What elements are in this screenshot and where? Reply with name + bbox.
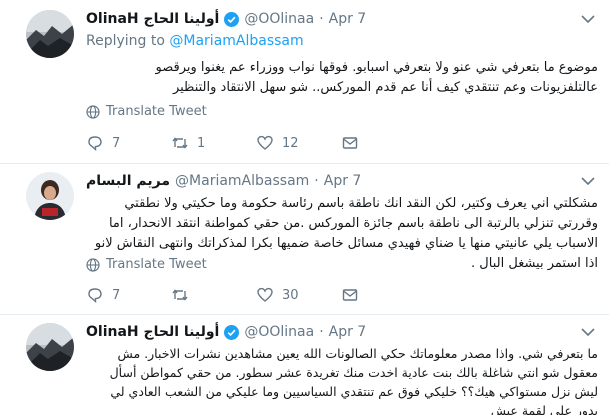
tweet-1[interactable]: OlinaH أولينا الحاج @OOlinaa · Apr 7 Rep…	[0, 0, 609, 163]
replying-to-link[interactable]: @MariamAlbassam	[169, 33, 303, 49]
reply-count: 7	[112, 287, 121, 303]
reply-count: 7	[112, 135, 121, 151]
globe-icon	[86, 257, 100, 272]
reply-button[interactable]: 7	[86, 286, 171, 304]
user-handle[interactable]: @MariamAlbassam	[175, 173, 309, 189]
avatar[interactable]	[26, 172, 74, 220]
user-handle[interactable]: @OOlinaa	[244, 324, 314, 340]
display-name[interactable]: OlinaH أولينا الحاج	[86, 11, 219, 27]
tweet-3[interactable]: OlinaH أولينا الحاج @OOlinaa · Apr 7 ما …	[0, 315, 609, 415]
tweet-header: مريم البسام @MariamAlbassam · Apr 7	[86, 171, 361, 191]
separator-dot: ·	[314, 173, 319, 189]
reply-button[interactable]: 7	[86, 134, 171, 152]
avatar-photo-icon	[26, 172, 74, 220]
retweet-icon	[172, 289, 188, 301]
tweet-actions: 7 30	[86, 286, 426, 304]
tweet-header: OlinaH أولينا الحاج @OOlinaa · Apr 7	[86, 9, 366, 29]
reply-icon	[88, 136, 102, 152]
translate-tweet-button[interactable]: Translate Tweet	[86, 104, 207, 119]
tweet-2[interactable]: مريم البسام @MariamAlbassam · Apr 7 مشكل…	[0, 164, 609, 314]
tweet-text: ما بتعرفي شي. واذا مصدر معلوماتك حكي الص…	[109, 346, 598, 415]
display-name[interactable]: مريم البسام	[86, 173, 170, 189]
verified-badge-icon	[224, 324, 240, 340]
replying-to: Replying to @MariamAlbassam	[86, 33, 304, 49]
avatar-photo-icon	[26, 10, 74, 58]
like-button[interactable]: 12	[256, 134, 341, 152]
reply-icon	[88, 288, 102, 304]
chevron-down-icon[interactable]	[581, 176, 595, 186]
translate-tweet-button[interactable]: Translate Tweet	[86, 257, 207, 272]
tweet-header: OlinaH أولينا الحاج @OOlinaa · Apr 7	[86, 322, 366, 342]
heart-icon	[257, 287, 273, 302]
direct-message-button[interactable]	[341, 286, 426, 304]
user-handle[interactable]: @OOlinaa	[244, 11, 314, 27]
separator-dot: ·	[319, 324, 324, 340]
like-count: 30	[282, 287, 299, 303]
timestamp[interactable]: Apr 7	[329, 11, 367, 27]
like-button[interactable]: 30	[256, 286, 341, 304]
retweet-button[interactable]	[171, 286, 256, 304]
avatar-photo-icon	[26, 323, 74, 371]
envelope-icon	[342, 289, 358, 301]
display-name[interactable]: OlinaH أولينا الحاج	[86, 324, 219, 340]
globe-icon	[86, 104, 100, 119]
verified-badge-icon	[224, 11, 240, 27]
avatar[interactable]	[26, 10, 74, 58]
tweet-actions: 7 1 12	[86, 134, 426, 152]
retweet-count: 1	[197, 135, 206, 151]
chevron-down-icon[interactable]	[581, 327, 595, 337]
retweet-icon	[172, 137, 188, 149]
translate-label: Translate Tweet	[106, 104, 207, 119]
heart-icon	[257, 135, 273, 150]
chevron-down-icon[interactable]	[581, 14, 595, 24]
translate-label: Translate Tweet	[106, 257, 207, 272]
like-count: 12	[282, 135, 299, 151]
envelope-icon	[342, 137, 358, 149]
replying-to-prefix: Replying to	[86, 33, 165, 49]
separator-dot: ·	[319, 11, 324, 27]
timestamp[interactable]: Apr 7	[329, 324, 367, 340]
timestamp[interactable]: Apr 7	[324, 173, 362, 189]
direct-message-button[interactable]	[341, 134, 426, 152]
tweet-text: موضوع ما بتعرفي شي عنو ولا بتعرفي اسبابو…	[155, 60, 598, 95]
avatar[interactable]	[26, 323, 74, 371]
retweet-button[interactable]: 1	[171, 134, 256, 152]
